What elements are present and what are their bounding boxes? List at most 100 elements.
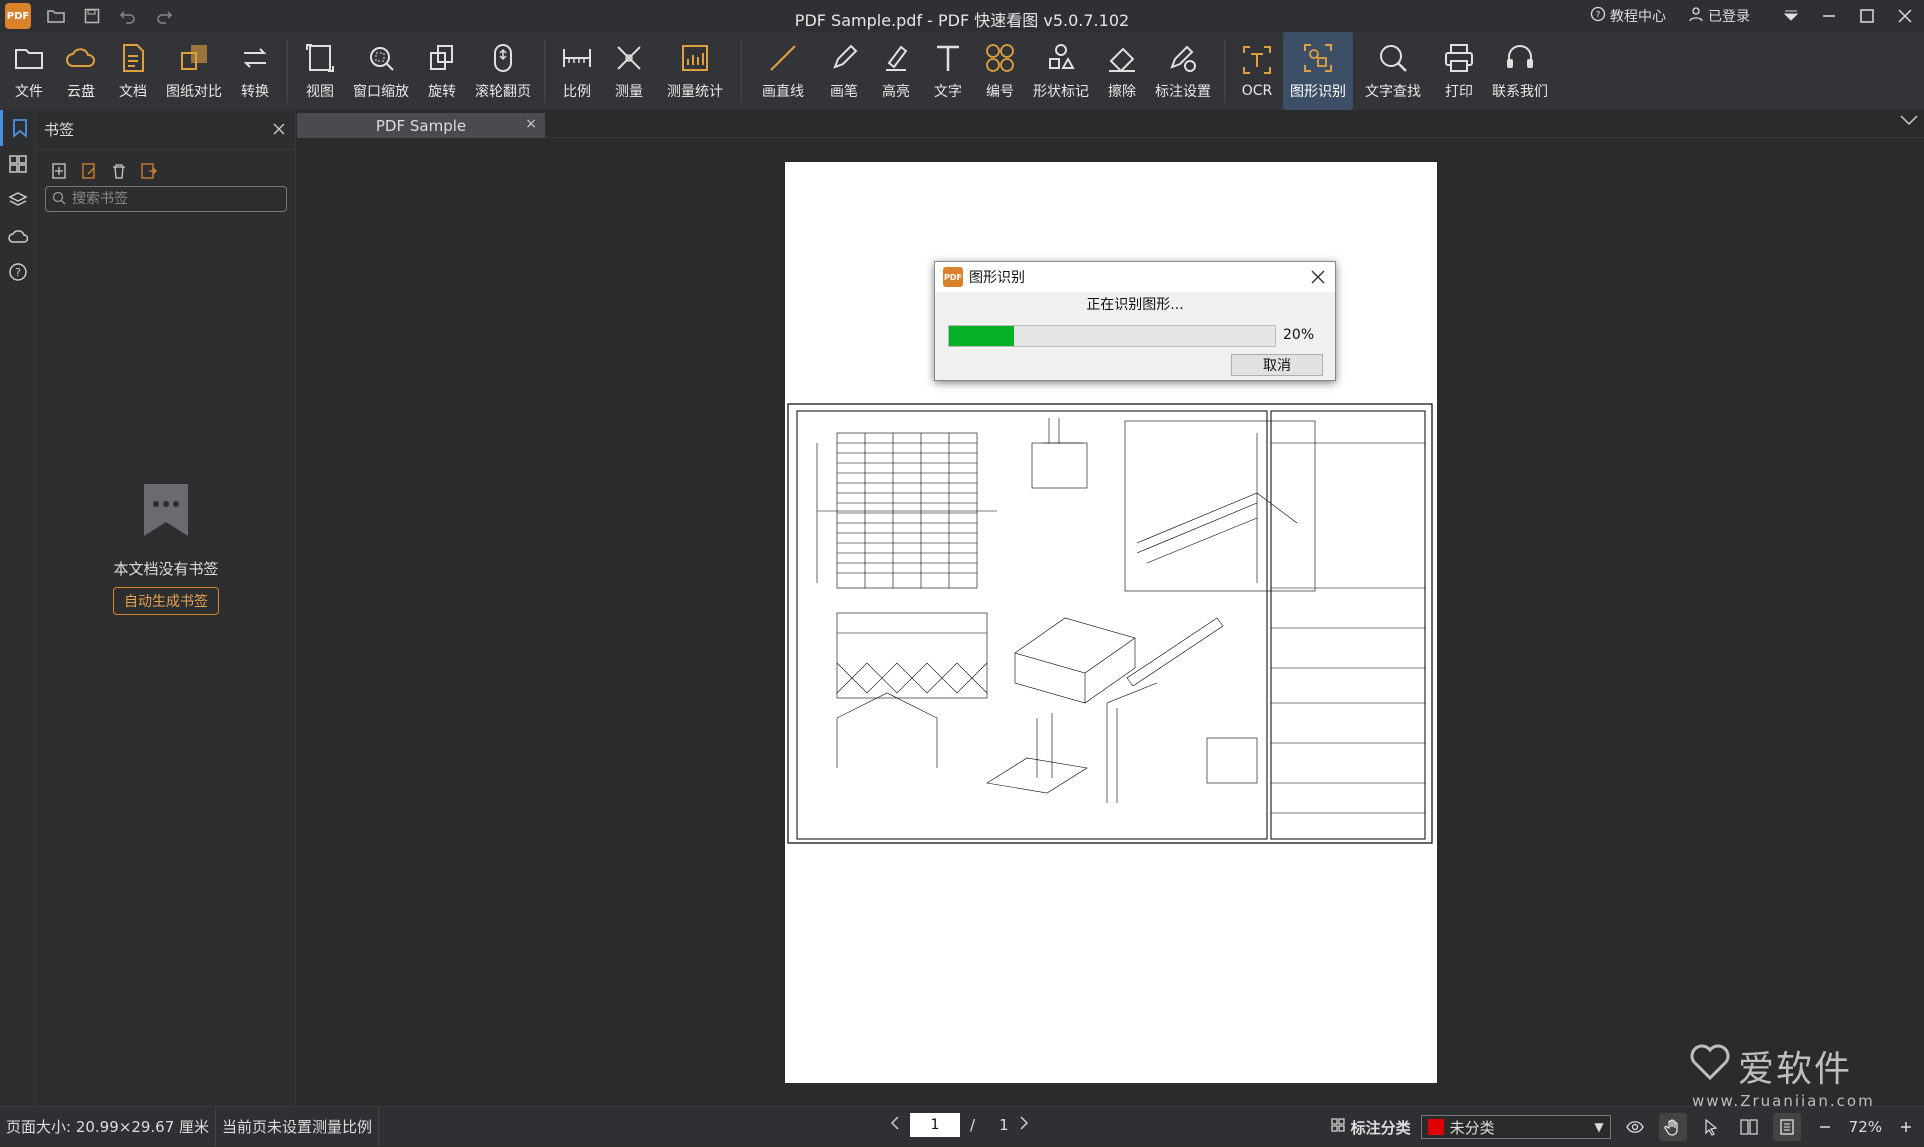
close-tab-icon[interactable]: ×	[525, 116, 537, 132]
user-icon	[1688, 6, 1704, 26]
category-select[interactable]: 未分类 ▼	[1420, 1115, 1611, 1139]
close-window-icon[interactable]	[1886, 0, 1924, 32]
scale-status: 当前页未设置测量比例	[216, 1107, 380, 1146]
tool-label: 云盘	[67, 84, 95, 100]
tab-bar: PDF Sample ×	[297, 110, 1924, 138]
current-page-input[interactable]: 1	[910, 1113, 960, 1137]
bookmark-panel-icon[interactable]	[0, 110, 36, 146]
dialog-message: 正在识别图形...	[1086, 297, 1184, 313]
tool-cloud[interactable]: 云盘	[55, 32, 107, 110]
double-page-icon[interactable]	[1735, 1113, 1763, 1141]
select-arrow-icon[interactable]	[1697, 1113, 1725, 1141]
text-search-icon	[1380, 45, 1407, 72]
tool-label: 文字查找	[1365, 84, 1421, 100]
tab-label: PDF Sample	[375, 116, 467, 135]
tool-label: 窗口缩放	[353, 84, 409, 100]
tool-rotate[interactable]: 旋转	[416, 32, 468, 110]
page-separator: /	[970, 1116, 976, 1134]
layers-icon[interactable]	[0, 182, 36, 218]
open-folder-icon[interactable]	[45, 5, 67, 27]
add-bookmark-icon[interactable]	[50, 162, 68, 180]
mark-category-label: 标注分类	[1350, 1118, 1411, 1137]
tool-highlight[interactable]: 高亮	[870, 32, 922, 110]
cloud-sync-icon[interactable]	[0, 218, 36, 254]
shape-recognition-dialog: PDF 图形识别 正在识别图形... 20% 取消	[934, 261, 1336, 381]
category-color-swatch	[1427, 1119, 1444, 1135]
save-icon[interactable]	[81, 5, 103, 27]
edit-bookmark-icon[interactable]	[80, 162, 98, 180]
redo-icon[interactable]	[153, 5, 175, 27]
tool-label: 比例	[563, 84, 591, 100]
chevron-down-icon[interactable]	[1900, 114, 1918, 130]
tool-zoom-window[interactable]: 窗口缩放	[346, 32, 416, 110]
tool-convert[interactable]: 转换	[229, 32, 281, 110]
document-area: PDF Sample ×	[297, 110, 1924, 1106]
tool-view[interactable]: 视图	[294, 32, 346, 110]
measure-stats-icon	[682, 45, 708, 71]
main-toolbar: 文件 云盘 文档 图纸对比 转换 视图 窗口缩放 旋转 滚轮翻页 比例 测量 测…	[0, 32, 1924, 110]
cloud-icon	[66, 48, 95, 67]
pen-icon	[833, 44, 858, 69]
hand-tool-icon[interactable]	[1658, 1113, 1687, 1141]
tab-pdf-sample[interactable]: PDF Sample ×	[297, 113, 545, 138]
tool-scale[interactable]: 比例	[551, 32, 603, 110]
maximize-icon[interactable]	[1848, 0, 1886, 32]
tool-file[interactable]: 文件	[3, 32, 55, 110]
prev-page-icon[interactable]	[890, 1115, 900, 1135]
tool-contact[interactable]: 联系我们	[1485, 32, 1555, 110]
undo-icon[interactable]	[117, 5, 139, 27]
tool-shape-recognition[interactable]: 图形识别	[1283, 32, 1353, 110]
progress-percent: 20%	[1283, 327, 1315, 343]
tool-annotation-settings[interactable]: 标注设置	[1148, 32, 1218, 110]
tool-shape-mark[interactable]: 形状标记	[1026, 32, 1096, 110]
cancel-button[interactable]: 取消	[1231, 354, 1323, 376]
tool-pen[interactable]: 画笔	[818, 32, 870, 110]
total-pages: 1	[999, 1116, 1009, 1134]
compare-icon	[181, 45, 207, 70]
document-icon	[123, 44, 144, 72]
next-page-icon[interactable]	[1019, 1115, 1029, 1135]
title-bar: PDF PDF Sample.pdf - PDF 快速看图 v5.0.7.102…	[0, 0, 1924, 32]
app-logo-icon: PDF	[5, 3, 31, 29]
tool-text-search[interactable]: 文字查找	[1353, 32, 1433, 110]
tool-eraser[interactable]: 擦除	[1096, 32, 1148, 110]
watermark-brand: 爱软件	[1738, 1049, 1853, 1090]
tool-ocr[interactable]: OCR	[1231, 32, 1283, 110]
close-dialog-icon[interactable]	[1311, 268, 1325, 289]
shape-recognition-icon	[1304, 44, 1332, 72]
tool-document[interactable]: 文档	[107, 32, 159, 110]
auto-generate-bookmark-button[interactable]: 自动生成书签	[113, 587, 219, 615]
tool-line[interactable]: 画直线	[748, 32, 818, 110]
view-icon	[306, 44, 334, 72]
minimize-icon[interactable]	[1810, 0, 1848, 32]
tool-measure[interactable]: 测量	[603, 32, 655, 110]
eye-icon[interactable]	[1621, 1113, 1649, 1141]
login-link[interactable]: 已登录	[1688, 6, 1750, 26]
scale-ruler-icon	[563, 49, 591, 67]
zoom-out-icon[interactable]	[1811, 1113, 1839, 1141]
single-page-icon[interactable]	[1772, 1113, 1801, 1141]
empty-message: 本文档没有书签	[113, 560, 219, 578]
text-icon	[937, 45, 959, 71]
bookmark-search-input[interactable]	[72, 191, 272, 207]
tutorial-link[interactable]: ? 教程中心	[1590, 6, 1666, 26]
pager: 1 / 1	[890, 1113, 1029, 1137]
tool-measure-stats[interactable]: 测量统计	[655, 32, 735, 110]
tool-label: 图形识别	[1290, 84, 1346, 100]
tool-label: 联系我们	[1492, 84, 1548, 100]
tool-print[interactable]: 打印	[1433, 32, 1485, 110]
mark-category-label-group[interactable]: 标注分类	[1331, 1117, 1411, 1138]
thumbnails-icon[interactable]	[0, 146, 36, 182]
bookmark-search[interactable]	[45, 186, 287, 212]
tool-wheel-page[interactable]: 滚轮翻页	[468, 32, 538, 110]
close-panel-icon[interactable]	[273, 121, 285, 139]
tool-text[interactable]: 文字	[922, 32, 974, 110]
export-bookmark-icon[interactable]	[140, 162, 158, 180]
help-icon[interactable]: ?	[0, 254, 36, 290]
tool-compare[interactable]: 图纸对比	[159, 32, 229, 110]
menu-dropdown-icon[interactable]	[1772, 0, 1810, 32]
tool-numbering[interactable]: 编号	[974, 32, 1026, 110]
delete-bookmark-icon[interactable]	[110, 162, 128, 180]
search-icon	[52, 190, 66, 209]
zoom-in-icon[interactable]	[1892, 1113, 1920, 1141]
